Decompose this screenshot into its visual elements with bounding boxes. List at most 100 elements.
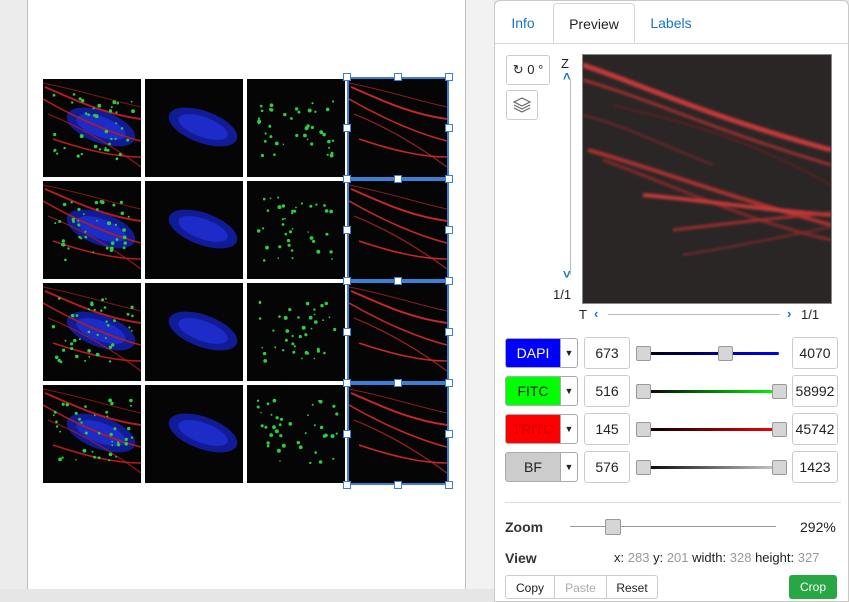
channel-toggle-tritc[interactable]: TRITC [505, 414, 561, 444]
range-end-handle[interactable] [772, 422, 787, 437]
range-start-handle[interactable] [636, 422, 651, 437]
reset-button[interactable]: Reset [606, 575, 658, 599]
resize-handle[interactable] [445, 226, 453, 234]
selection-box[interactable] [347, 179, 449, 281]
layers-icon [512, 97, 532, 113]
z-ratio: 1/1 [553, 287, 572, 302]
channel-start-input[interactable]: 145 [584, 413, 630, 445]
t-ratio: 1/1 [801, 307, 820, 322]
image-tile-dapi[interactable] [145, 385, 243, 483]
resize-handle[interactable] [445, 124, 453, 132]
channel-start-input[interactable]: 576 [584, 451, 630, 483]
resize-handle[interactable] [343, 430, 351, 438]
view-height-value: 327 [797, 550, 820, 565]
panel-divider [466, 0, 494, 589]
range-start-handle[interactable] [636, 346, 651, 361]
rotate-button[interactable]: ↻ 0 ° [506, 55, 550, 85]
channel-end-input[interactable]: 58992 [792, 375, 838, 407]
chevron-down-icon[interactable]: ▼ [561, 376, 578, 406]
tab-info[interactable]: Info [495, 3, 551, 43]
resize-handle[interactable] [343, 175, 351, 183]
chevron-down-icon[interactable]: ▼ [561, 452, 578, 482]
image-tile-dapi[interactable] [145, 181, 243, 279]
resize-handle[interactable] [343, 277, 351, 285]
channel-end-input[interactable]: 4070 [792, 337, 838, 369]
resize-handle[interactable] [394, 379, 402, 387]
image-tile-merged[interactable] [43, 283, 141, 381]
tab-labels[interactable]: Labels [635, 3, 707, 43]
resize-handle[interactable] [343, 226, 351, 234]
range-end-handle[interactable] [772, 460, 787, 475]
zoom-slider-handle[interactable] [605, 519, 621, 535]
channel-range-slider[interactable] [643, 390, 779, 393]
image-tile-fitc[interactable] [247, 283, 345, 381]
image-tile-dapi[interactable] [145, 283, 243, 381]
copy-button[interactable]: Copy [505, 575, 555, 599]
resize-handle[interactable] [445, 481, 453, 489]
channel-range-slider[interactable] [643, 352, 779, 355]
view-label: View [505, 550, 537, 566]
resize-handle[interactable] [445, 379, 453, 387]
resize-handle[interactable] [343, 124, 351, 132]
image-tile-merged[interactable] [43, 181, 141, 279]
chevron-down-icon[interactable]: ▼ [561, 338, 578, 368]
image-tile-dapi[interactable] [145, 79, 243, 177]
chevron-right-icon[interactable]: › [787, 306, 791, 321]
channel-end-input[interactable]: 45742 [792, 413, 838, 445]
range-end-handle[interactable] [717, 346, 733, 361]
resize-handle[interactable] [343, 73, 351, 81]
range-start-handle[interactable] [636, 460, 651, 475]
resize-handle[interactable] [394, 277, 402, 285]
resize-handle[interactable] [445, 328, 453, 336]
paste-button[interactable]: Paste [554, 575, 607, 599]
tab-preview[interactable]: Preview [553, 3, 635, 43]
rotation-value: 0 ° [527, 62, 544, 77]
chevron-down-icon[interactable]: ˅ [563, 267, 571, 282]
channel-end-input[interactable]: 1423 [792, 451, 838, 483]
range-end-handle[interactable] [772, 384, 787, 399]
resize-handle[interactable] [394, 481, 402, 489]
resize-handle[interactable] [343, 328, 351, 336]
preview-image[interactable] [582, 54, 832, 304]
channel-start-input[interactable]: 673 [584, 337, 630, 369]
chevron-left-icon[interactable]: ‹ [594, 306, 598, 321]
t-slider-track[interactable] [608, 314, 780, 315]
resize-handle[interactable] [343, 481, 351, 489]
view-y-value: 201 [666, 550, 689, 565]
layers-button[interactable] [506, 90, 538, 120]
resize-handle[interactable] [394, 175, 402, 183]
resize-handle[interactable] [343, 379, 351, 387]
selection-box[interactable] [347, 77, 449, 179]
zoom-value: 292% [800, 519, 836, 535]
separator [505, 502, 841, 503]
view-height-label: height: [755, 550, 795, 565]
image-tile-fitc[interactable] [247, 79, 345, 177]
resize-handle[interactable] [445, 175, 453, 183]
left-gutter [0, 0, 28, 589]
channel-range-slider[interactable] [643, 428, 779, 431]
view-width-label: width: [692, 550, 727, 565]
z-slider-track[interactable] [570, 79, 571, 275]
resize-handle[interactable] [445, 277, 453, 285]
view-x-value: 283 [627, 550, 650, 565]
channel-range-slider[interactable] [643, 466, 779, 469]
image-tile-merged[interactable] [43, 385, 141, 483]
image-tile-fitc[interactable] [247, 385, 345, 483]
channel-start-input[interactable]: 516 [584, 375, 630, 407]
zoom-label: Zoom [505, 519, 544, 535]
resize-handle[interactable] [445, 430, 453, 438]
channel-toggle-bf[interactable]: BF [505, 452, 561, 482]
image-tile-fitc[interactable] [247, 181, 345, 279]
selection-box[interactable] [347, 281, 449, 383]
range-start-handle[interactable] [636, 384, 651, 399]
resize-handle[interactable] [445, 73, 453, 81]
chevron-down-icon[interactable]: ▼ [561, 414, 578, 444]
channel-toggle-fitc[interactable]: FITC [505, 376, 561, 406]
zoom-slider-track[interactable] [570, 526, 776, 527]
image-tile-merged[interactable] [43, 79, 141, 177]
t-axis-label: T [579, 307, 587, 322]
crop-button[interactable]: Crop [789, 575, 837, 599]
resize-handle[interactable] [394, 73, 402, 81]
selection-box[interactable] [347, 383, 449, 485]
channel-toggle-dapi[interactable]: DAPI [505, 338, 561, 368]
